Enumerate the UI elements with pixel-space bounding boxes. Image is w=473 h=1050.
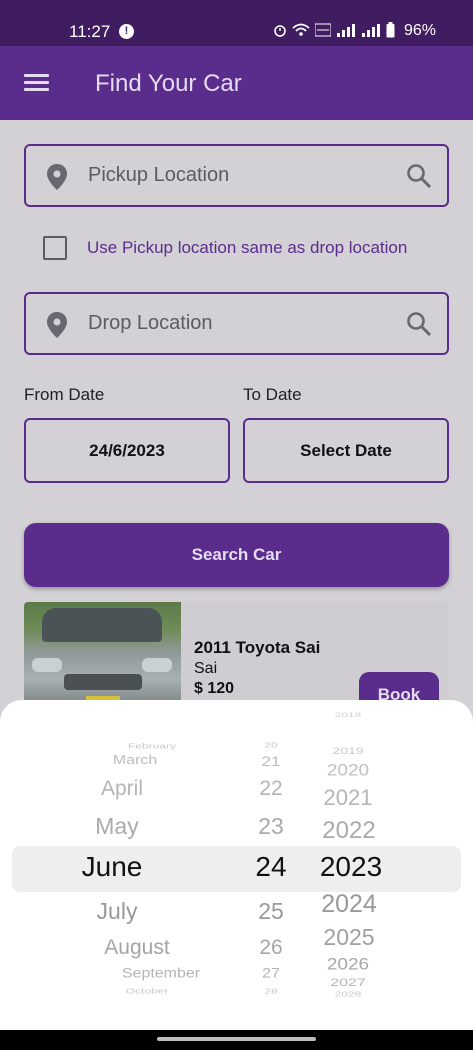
menu-icon[interactable]: [24, 74, 49, 92]
picker-day-selected[interactable]: 24: [255, 851, 286, 883]
to-date-field[interactable]: Select Date: [243, 418, 449, 483]
picker-year-item[interactable]: 2021: [324, 785, 373, 811]
location-pin-icon: [47, 312, 67, 338]
picker-month-item[interactable]: July: [97, 898, 138, 925]
picker-year-item[interactable]: 2025: [323, 924, 374, 951]
picker-month-item[interactable]: September: [122, 966, 200, 981]
search-icon[interactable]: [406, 311, 432, 337]
status-bar: 11:27 ! 96%: [0, 0, 473, 46]
car-name: 2011 Toyota Sai: [194, 638, 321, 657]
picker-month-item[interactable]: April: [101, 777, 143, 801]
picker-selection-band: [12, 846, 461, 892]
picker-month-item[interactable]: March: [113, 754, 157, 768]
picker-month-item[interactable]: February: [128, 742, 176, 750]
notification-alert-icon: !: [119, 24, 134, 39]
volte-icon: [315, 23, 331, 37]
picker-day-item[interactable]: 25: [258, 898, 284, 925]
picker-month-item[interactable]: August: [104, 936, 169, 960]
picker-day-item[interactable]: 27: [262, 966, 280, 981]
same-location-checkbox[interactable]: [43, 236, 67, 260]
from-date-label: From Date: [24, 385, 105, 404]
pickup-location-placeholder: Pickup Location: [88, 164, 230, 186]
picker-day-item[interactable]: 21: [262, 754, 281, 770]
to-date-label: To Date: [243, 385, 302, 404]
same-location-label[interactable]: Use Pickup location same as drop locatio…: [87, 238, 407, 258]
from-date-field[interactable]: 24/6/2023: [24, 418, 230, 483]
picker-year-item[interactable]: 2026: [327, 956, 369, 975]
picker-year-item[interactable]: 2019: [332, 746, 363, 756]
location-pin-icon: [47, 164, 67, 190]
signal-icon-2: [362, 24, 380, 37]
signal-icon-1: [337, 24, 355, 37]
search-icon[interactable]: [406, 163, 432, 189]
page-title: Find Your Car: [95, 70, 242, 97]
wifi-icon: [292, 23, 310, 36]
home-gesture-handle[interactable]: [157, 1037, 316, 1041]
picker-month-selected[interactable]: June: [82, 851, 143, 883]
search-form: Pickup Location Use Pickup location same…: [0, 120, 473, 730]
drop-location-placeholder: Drop Location: [88, 312, 213, 334]
battery-icon: [386, 22, 395, 38]
picker-day-item[interactable]: 26: [259, 936, 282, 960]
date-picker-sheet: February March April May June July Augus…: [0, 700, 473, 1030]
picker-year-item[interactable]: 2018: [335, 711, 362, 719]
pickup-location-input[interactable]: Pickup Location: [24, 144, 449, 207]
picker-day-item[interactable]: 23: [258, 813, 284, 840]
picker-year-item[interactable]: 2020: [327, 762, 369, 781]
status-icons: [273, 22, 395, 38]
drop-location-input[interactable]: Drop Location: [24, 292, 449, 355]
car-price: $ 120: [194, 680, 235, 697]
alarm-icon: [274, 25, 286, 37]
picker-year-selected[interactable]: 2023: [320, 851, 382, 883]
app-bar: Find Your Car: [0, 46, 473, 120]
picker-year-item[interactable]: 2022: [322, 817, 375, 845]
battery-percent: 96%: [404, 22, 437, 39]
picker-year-item[interactable]: 2028: [335, 990, 362, 998]
picker-day-item[interactable]: 28: [264, 987, 277, 995]
picker-year-item[interactable]: 2027: [330, 977, 366, 990]
picker-day-item[interactable]: 20: [264, 741, 277, 749]
car-model: Sai: [194, 660, 218, 677]
system-nav-bar: [0, 1030, 473, 1050]
picker-month-item[interactable]: May: [95, 813, 138, 840]
search-car-button[interactable]: Search Car: [24, 523, 449, 587]
picker-month-item[interactable]: October: [126, 987, 169, 995]
status-time: 11:27: [69, 22, 111, 41]
picker-year-item[interactable]: 2024: [321, 890, 377, 919]
picker-day-item[interactable]: 22: [259, 777, 282, 801]
